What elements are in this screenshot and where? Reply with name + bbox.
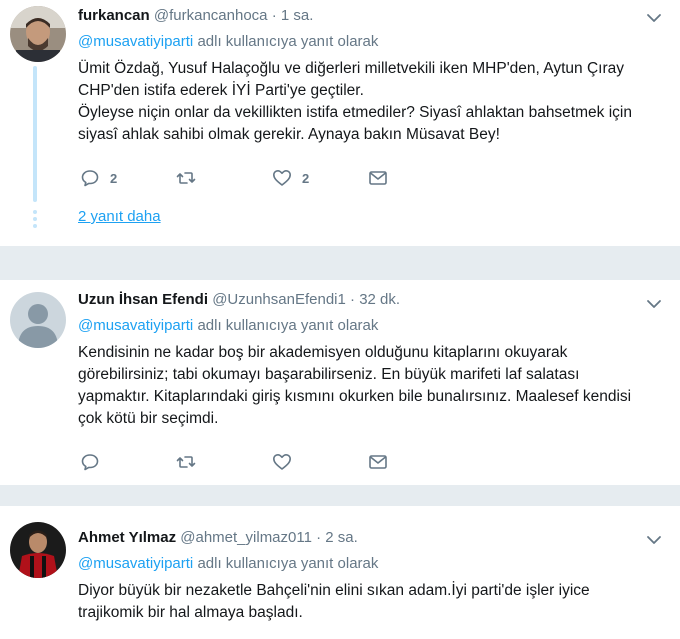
display-name[interactable]: furkancan (78, 7, 150, 24)
tweet-header: Ahmet Yılmaz @ahmet_yilmaz011 · 2 sa. (78, 528, 668, 548)
dm-button[interactable] (368, 452, 464, 472)
tweet-content: furkancan @furkancanhoca · 1 sa. @musava… (78, 6, 668, 146)
tweet-text-line: Öyleyse niçin onlar da vekillikten istif… (78, 104, 632, 121)
dm-button[interactable] (368, 168, 464, 188)
user-handle[interactable]: @ahmet_yilmaz011 (180, 529, 312, 546)
avatar[interactable] (10, 522, 66, 578)
reply-suffix: adlı kullanıcıya yanıt olarak (197, 555, 379, 572)
tweet-header: furkancan @furkancanhoca · 1 sa. (78, 6, 668, 26)
more-replies-link[interactable]: 2 yanıt daha (78, 208, 161, 225)
reply-mention[interactable]: @musavatiyiparti (78, 555, 193, 572)
reply-button[interactable] (80, 452, 176, 472)
chevron-down-icon[interactable] (646, 296, 662, 312)
display-name[interactable]: Uzun İhsan Efendi (78, 291, 208, 308)
timestamp[interactable]: 1 sa. (281, 7, 314, 24)
replying-to: @musavatiyiparti adlı kullanıcıya yanıt … (78, 316, 668, 336)
reply-mention[interactable]: @musavatiyiparti (78, 33, 193, 50)
tweet-text: Diyor büyük bir nezaketle Bahçeli'nin el… (78, 580, 668, 624)
tweet-text: Kendisinin ne kadar boş bir akademisyen … (78, 342, 668, 430)
dm-icon (369, 171, 387, 185)
tweet-text-line: siyasî ahlak sahibi olmak gerekir. Aynay… (78, 126, 500, 143)
tweet-header: Uzun İhsan Efendi @UzunhsanEfendi1 · 32 … (78, 290, 668, 310)
tweet-text-line: yapmaktır. Kitaplarındaki giriş kısmını … (78, 388, 632, 405)
conversation-separator (0, 486, 680, 506)
tweet-text-line: CHP'den istifa ederek İYİ Parti'ye geçti… (78, 82, 364, 99)
tweet-actions: 2 2 (80, 168, 464, 188)
timestamp[interactable]: 32 dk. (359, 291, 400, 308)
user-handle[interactable]: @furkancanhoca (154, 7, 268, 24)
retweet-button[interactable] (176, 452, 272, 472)
dm-icon (369, 455, 387, 469)
chevron-down-icon[interactable] (646, 532, 662, 548)
reply-icon (81, 454, 99, 471)
like-icon (273, 170, 291, 186)
reply-button[interactable]: 2 (80, 168, 176, 188)
tweet-text-line: Ümit Özdağ, Yusuf Halaçoğlu ve diğerleri… (78, 60, 624, 77)
thread-line (33, 66, 37, 202)
conversation-separator (0, 246, 680, 280)
separator-dot: · (350, 291, 356, 308)
timestamp[interactable]: 2 sa. (325, 529, 358, 546)
avatar[interactable] (10, 6, 66, 62)
tweet-content: Uzun İhsan Efendi @UzunhsanEfendi1 · 32 … (78, 290, 668, 430)
like-button[interactable] (272, 452, 368, 472)
like-icon (273, 454, 291, 470)
tweet-text-line: Diyor büyük bir nezaketle Bahçeli'nin el… (78, 582, 590, 599)
tweet-text-line: görebilirsiniz; tabi okumayı başarabilir… (78, 366, 580, 383)
avatar[interactable] (10, 292, 66, 348)
retweet-icon (176, 172, 196, 184)
reply-count: 2 (110, 170, 118, 186)
tweet-text-line: Kendisinin ne kadar boş bir akademisyen … (78, 344, 568, 361)
replying-to: @musavatiyiparti adlı kullanıcıya yanıt … (78, 554, 668, 574)
reply-suffix: adlı kullanıcıya yanıt olarak (197, 317, 379, 334)
tweet-1[interactable]: furkancan @furkancanhoca · 1 sa. @musava… (0, 0, 680, 246)
separator-dot: · (271, 7, 277, 24)
like-count: 2 (302, 170, 310, 186)
tweet-3[interactable]: Ahmet Yılmaz @ahmet_yilmaz011 · 2 sa. @m… (0, 506, 680, 639)
thread-dots (33, 210, 37, 231)
reply-mention[interactable]: @musavatiyiparti (78, 317, 193, 334)
tweet-content: Ahmet Yılmaz @ahmet_yilmaz011 · 2 sa. @m… (78, 528, 668, 624)
default-avatar-icon (10, 292, 66, 348)
tweet-2[interactable]: Uzun İhsan Efendi @UzunhsanEfendi1 · 32 … (0, 280, 680, 486)
tweet-text: Ümit Özdağ, Yusuf Halaçoğlu ve diğerleri… (78, 58, 668, 146)
reply-suffix: adlı kullanıcıya yanıt olarak (197, 33, 379, 50)
separator-dot: · (316, 529, 322, 546)
retweet-button[interactable] (176, 168, 272, 188)
avatar-photo-icon (10, 6, 66, 62)
avatar-photo-icon (10, 522, 66, 578)
reply-icon (81, 170, 99, 187)
chevron-down-icon[interactable] (646, 10, 662, 26)
like-button[interactable]: 2 (272, 168, 368, 188)
tweet-actions (80, 452, 464, 472)
user-handle[interactable]: @UzunhsanEfendi1 (212, 291, 346, 308)
replying-to: @musavatiyiparti adlı kullanıcıya yanıt … (78, 32, 668, 52)
retweet-icon (176, 456, 196, 468)
tweet-text-line: trajikomik bir hal almaya başladı. (78, 604, 303, 621)
tweet-text-line: çok kötü bir seçimdi. (78, 410, 219, 427)
display-name[interactable]: Ahmet Yılmaz (78, 529, 176, 546)
